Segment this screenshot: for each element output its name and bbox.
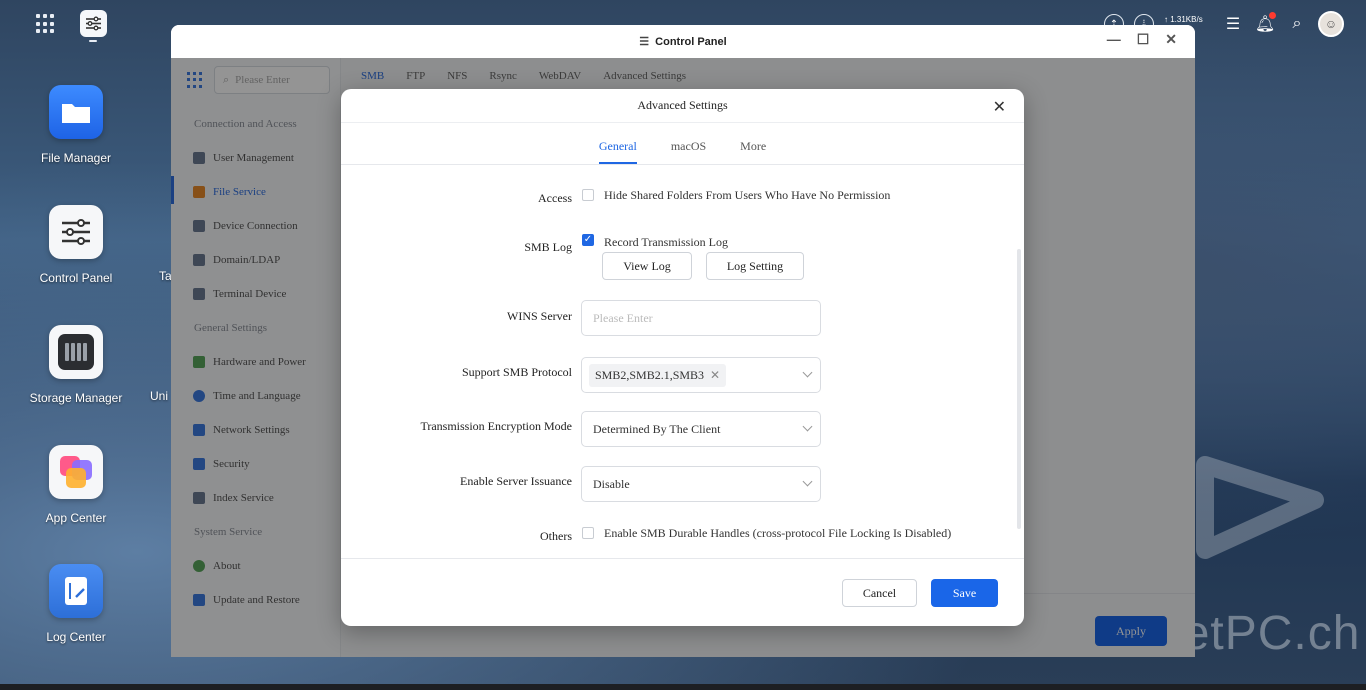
save-button[interactable]: Save: [931, 579, 998, 607]
dialog-body: Access Hide Shared Folders From Users Wh…: [341, 165, 1024, 558]
view-log-button[interactable]: View Log: [602, 252, 692, 280]
encryption-mode-label: Transmission Encryption Mode: [420, 419, 572, 433]
maximize-icon[interactable]: ☐: [1137, 31, 1150, 48]
desktop-bottom-strip: [0, 684, 1366, 690]
desktop-icon-label: App Center: [45, 511, 107, 525]
chevron-down-icon: [802, 476, 813, 487]
scrollbar[interactable]: [1017, 249, 1021, 529]
tab-general[interactable]: General: [598, 123, 637, 164]
dialog-tabs: General macOS More: [341, 123, 1024, 165]
encryption-mode-select[interactable]: Determined By The Client: [581, 411, 821, 447]
smb-protocol-tag: SMB2,SMB2.1,SMB3 ✕: [589, 363, 727, 387]
storage-drive-icon: [49, 325, 103, 379]
desktop-icon-label: File Manager: [40, 151, 112, 165]
server-issuance-value: Disable: [593, 476, 630, 491]
running-indicator: [89, 40, 97, 42]
others-label: Others: [540, 529, 572, 543]
record-log-text: Record Transmission Log: [604, 235, 729, 249]
desktop-icon-label: Control Panel: [39, 271, 113, 285]
desktop-icon-label: Log Center: [46, 630, 106, 644]
desktop-icon-label-truncated[interactable]: Ta: [159, 269, 172, 283]
desktop-icon-label: Storage Manager: [29, 391, 123, 405]
upload-speed: ↑ 1.31KB/s: [1164, 15, 1203, 24]
desktop-icon-label-truncated[interactable]: Uni: [150, 389, 168, 403]
server-issuance-select[interactable]: Disable: [581, 466, 821, 502]
folder-icon: [49, 85, 103, 139]
tab-more[interactable]: More: [740, 123, 766, 164]
dialog-footer: Cancel Save: [341, 558, 1024, 626]
control-panel-title-icon: ☰: [639, 36, 650, 48]
tab-macos[interactable]: macOS: [671, 123, 706, 164]
durable-handles-checkbox[interactable]: [582, 527, 594, 539]
hide-shared-folders-text: Hide Shared Folders From Users Who Have …: [604, 188, 891, 202]
desktop-icon-control-panel[interactable]: Control Panel: [21, 205, 131, 285]
desktop-icon-file-manager[interactable]: File Manager: [21, 85, 131, 165]
task-list-icon[interactable]: ☰: [1222, 14, 1244, 34]
wins-server-placeholder: Please Enter: [593, 310, 653, 325]
wins-server-label: WINS Server: [507, 309, 572, 323]
close-icon[interactable]: ✕: [1165, 31, 1177, 48]
chevron-down-icon: [802, 421, 813, 432]
avatar[interactable]: ☺: [1318, 11, 1344, 37]
desktop-icon-app-center[interactable]: App Center: [21, 445, 131, 525]
smb-log-label: SMB Log: [524, 240, 572, 254]
app-center-icon: [49, 445, 103, 499]
encryption-mode-value: Determined By The Client: [593, 421, 721, 436]
advanced-settings-dialog: Advanced Settings ✕ General macOS More A…: [341, 89, 1024, 626]
record-log-checkbox[interactable]: ✓: [582, 234, 594, 246]
hide-shared-folders-checkbox[interactable]: [582, 189, 594, 201]
sliders-icon: [49, 205, 103, 259]
dialog-header: Advanced Settings ✕: [341, 89, 1024, 123]
minimize-icon[interactable]: —: [1107, 31, 1121, 48]
remove-tag-icon[interactable]: ✕: [710, 368, 720, 382]
smb-protocol-label: Support SMB Protocol: [461, 365, 572, 379]
durable-handles-text: Enable SMB Durable Handles (cross-protoc…: [604, 526, 952, 540]
cancel-button[interactable]: Cancel: [842, 579, 917, 607]
desktop-icon-storage-manager[interactable]: Storage Manager: [21, 325, 131, 405]
smb-protocol-value: SMB2,SMB2.1,SMB3: [595, 367, 705, 382]
notification-bell-icon[interactable]: 🔔︎: [1254, 12, 1276, 34]
close-icon[interactable]: ✕: [993, 97, 1006, 116]
access-label: Access: [538, 191, 572, 205]
window-title: Control Panel: [655, 35, 727, 48]
dialog-title: Advanced Settings: [637, 98, 728, 112]
window-titlebar[interactable]: ☰ Control Panel — ☐ ✕: [171, 25, 1195, 58]
log-setting-button[interactable]: Log Setting: [706, 252, 804, 280]
wins-server-input[interactable]: Please Enter: [581, 300, 821, 336]
log-document-icon: [49, 564, 103, 618]
server-issuance-label: Enable Server Issuance: [460, 474, 572, 488]
notification-badge: [1269, 12, 1276, 19]
desktop-icon-log-center[interactable]: Log Center: [21, 564, 131, 644]
search-icon[interactable]: ⌕: [1286, 15, 1308, 33]
control-panel-taskbar-icon[interactable]: [80, 10, 107, 37]
app-launcher-icon[interactable]: [36, 14, 56, 34]
chevron-down-icon: [802, 367, 813, 378]
smb-protocol-select[interactable]: SMB2,SMB2.1,SMB3 ✕: [581, 357, 821, 393]
